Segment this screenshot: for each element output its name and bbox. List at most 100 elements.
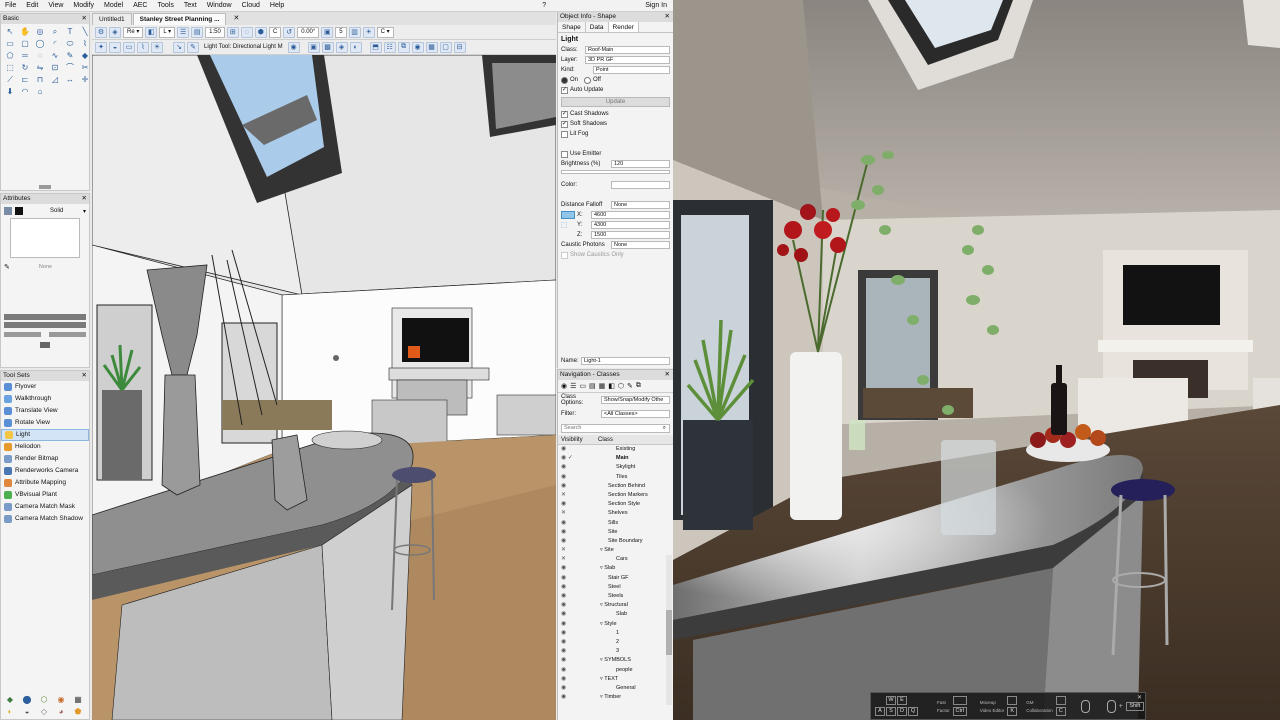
class-row[interactable]: ◉ ▿ Timber — [558, 693, 673, 700]
texture-icon[interactable]: ◈ — [335, 41, 348, 53]
class-row[interactable]: ◉ Slab — [558, 610, 673, 619]
snap-settings-icon[interactable]: ⚙ — [95, 26, 107, 38]
tool-item[interactable]: Translate View — [1, 405, 89, 417]
attribute-icon[interactable]: ◆ — [78, 50, 92, 61]
tool-item[interactable]: Attribute Mapping — [1, 477, 89, 489]
menu-view[interactable]: View — [43, 0, 68, 12]
class-visibility-dropdown[interactable]: C — [268, 26, 282, 38]
close-icon[interactable]: ✕ — [82, 14, 87, 24]
reshape-icon[interactable]: ⬚ — [3, 62, 17, 73]
visible-icon[interactable]: ◉ — [558, 528, 586, 537]
detailing-toolset-icon[interactable]: ◇ — [37, 706, 51, 717]
class-row[interactable]: ◉ Steels — [558, 592, 673, 601]
hidden-icon[interactable]: ✕ — [558, 491, 586, 500]
pan-tool-icon[interactable]: ✋ — [18, 26, 32, 37]
close-icon[interactable]: ✕ — [665, 370, 670, 380]
class-row[interactable]: ◉ ▿ Style — [558, 620, 673, 629]
cast-shadows-checkbox[interactable]: ✓ — [561, 110, 568, 118]
visible-icon[interactable]: ◉ — [558, 620, 586, 629]
class-row[interactable]: ✕ Section Markers — [558, 491, 673, 500]
menu-file[interactable]: File — [0, 0, 21, 12]
double-line-icon[interactable]: ═ — [18, 50, 32, 61]
zoom-fit-icon[interactable]: ⊞ — [226, 26, 239, 38]
brightness-field[interactable]: 120 — [611, 160, 670, 168]
visible-icon[interactable]: ◉ — [558, 684, 586, 693]
layer-dropdown[interactable]: 3D PR GF — [585, 56, 670, 64]
duplicate-nav-icon[interactable]: ⧉ — [636, 382, 641, 390]
visible-icon[interactable]: ◉ — [558, 610, 586, 619]
menu-model[interactable]: Model — [99, 0, 128, 12]
tool-item[interactable]: Heliodon — [1, 441, 89, 453]
stake-icon[interactable]: ⬇ — [3, 86, 17, 97]
symbols-nav-icon[interactable]: ◧ — [608, 382, 615, 390]
arc-tool-icon[interactable]: ◜ — [48, 38, 62, 49]
close-icon[interactable]: ✕ — [233, 13, 239, 25]
menu-tools[interactable]: Tools — [153, 0, 179, 12]
site-toolset-icon[interactable]: ◉ — [54, 694, 68, 705]
class-row[interactable]: ✕ Cars — [558, 555, 673, 564]
render-icon[interactable]: ⬒ — [369, 41, 382, 53]
tool-item[interactable]: Renderworks Camera — [1, 465, 89, 477]
class-row[interactable]: ◉ 2 — [558, 638, 673, 647]
offset-icon[interactable]: ⊡ — [48, 62, 62, 73]
caustic-dropdown[interactable]: None — [611, 241, 670, 249]
hidden-icon[interactable]: ✕ — [558, 509, 586, 518]
dims-toolset-icon[interactable]: ◆ — [3, 694, 17, 705]
arrowhead-bar[interactable] — [49, 332, 86, 337]
use-emitter-checkbox[interactable] — [561, 150, 568, 158]
search-icon[interactable]: ⌕ — [663, 425, 666, 432]
tool-item[interactable]: Flyover — [1, 381, 89, 393]
sheets-nav-icon[interactable]: ▤ — [589, 382, 596, 390]
visible-icon[interactable]: ◉ — [558, 592, 586, 601]
chamfer-icon[interactable]: ◿ — [48, 74, 62, 85]
tag-icon[interactable]: ⌂ — [33, 86, 47, 97]
locus-icon[interactable]: ✛ — [78, 74, 92, 85]
trim-icon[interactable]: ✂ — [78, 62, 92, 73]
mirror-icon[interactable]: ⇋ — [33, 62, 47, 73]
visible-icon[interactable]: ◉ — [558, 647, 586, 656]
clip-icon[interactable]: ⊓ — [33, 74, 47, 85]
visible-icon[interactable]: ◉ — [558, 500, 586, 509]
freehand-icon[interactable]: ∿ — [48, 50, 62, 61]
light-settings-icon[interactable]: ✎ — [187, 41, 199, 53]
pen-icon[interactable]: ✎ — [4, 263, 10, 271]
standard-view-icon[interactable]: ⬢ — [254, 26, 267, 38]
class-icon[interactable]: ▤ — [191, 26, 204, 38]
fill-color-swatch[interactable] — [15, 207, 23, 215]
arc-dim-icon[interactable]: ◠ — [18, 86, 32, 97]
references-nav-icon[interactable]: ⬡ — [618, 382, 624, 390]
menu-aec[interactable]: AEC — [128, 0, 152, 12]
close-icon[interactable]: ✕ — [82, 371, 87, 381]
menu-modify[interactable]: Modify — [68, 0, 99, 12]
visible-icon[interactable]: ◉ — [558, 666, 586, 675]
tool-item[interactable]: VBvisual Plant — [1, 489, 89, 501]
split-icon[interactable]: ⟋ — [3, 74, 17, 85]
edit-nav-icon[interactable]: ✎ — [627, 382, 633, 390]
dimension-icon[interactable]: ↔ — [63, 74, 77, 85]
polygon-tool-icon[interactable]: ⬠ — [3, 50, 17, 61]
class-row[interactable]: ◉ Skylight — [558, 463, 673, 472]
layers-icon[interactable]: ⧉ — [397, 41, 410, 53]
fire-toolset-icon[interactable]: ⬟ — [71, 706, 85, 717]
tab-data[interactable]: Data — [586, 22, 609, 32]
stack-icon[interactable]: ☷ — [383, 41, 396, 53]
falloff-dropdown[interactable]: None — [611, 201, 670, 209]
kind-dropdown[interactable]: Point — [593, 66, 670, 74]
filter-dropdown[interactable]: <All Classes> — [601, 410, 670, 418]
drop-shadow-icon[interactable] — [40, 342, 50, 348]
scrollbar[interactable] — [666, 555, 672, 705]
fillet-icon[interactable]: ⌒ — [63, 62, 77, 73]
3d-view-icon[interactable]: ◈ — [109, 26, 121, 38]
z-field[interactable]: 1500 — [591, 231, 670, 239]
tab-stanley-street[interactable]: Stanley Street Planning ... — [132, 13, 227, 25]
class-row[interactable]: ◉ Sills — [558, 519, 673, 528]
visible-icon[interactable]: ◉ — [558, 675, 586, 684]
tab-untitled1[interactable]: Untitled1 — [92, 13, 132, 25]
visibility-icon[interactable]: ◉ — [411, 41, 424, 53]
view-icon[interactable]: ◧ — [145, 26, 158, 38]
line-tool-icon[interactable]: ╲ — [78, 26, 92, 37]
class-row[interactable]: ◉ 3 — [558, 647, 673, 656]
tool-item[interactable]: Render Bitmap — [1, 453, 89, 465]
annotation-toolset-icon[interactable]: ▦ — [71, 694, 85, 705]
tool-item[interactable]: Rotate View — [1, 417, 89, 429]
